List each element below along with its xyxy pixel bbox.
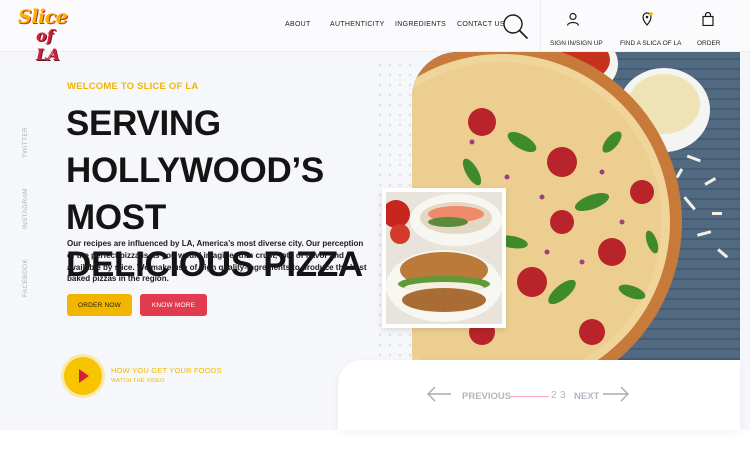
brand-logo[interactable]: Slice of LA: [18, 6, 82, 64]
social-twitter-link[interactable]: TWITTER: [22, 127, 29, 158]
video-subtitle[interactable]: WATCH THE VIDEO: [111, 378, 165, 384]
search-icon[interactable]: [502, 13, 528, 39]
play-video-icon[interactable]: [64, 357, 102, 395]
logo-text-slice: Slice: [18, 6, 68, 28]
slider-pager: PREVIOUS 2 3 NEXT: [338, 360, 740, 430]
order-cart-button[interactable]: ORDER: [697, 12, 721, 49]
next-button[interactable]: NEXT: [574, 391, 599, 402]
find-location-button[interactable]: FIND A SLICA OF LA: [620, 12, 681, 49]
video-title[interactable]: HOW YOU GET YOUR FOODS: [111, 366, 222, 375]
nav-contact-link[interactable]: CONTACT US: [457, 21, 505, 28]
location-pin-icon: [642, 12, 653, 26]
arrow-left-icon[interactable]: [426, 386, 452, 402]
find-location-label: FIND A SLICA OF LA: [620, 40, 682, 47]
headline-line-1: SERVING: [66, 104, 221, 143]
social-instagram-link[interactable]: INSTAGRAM: [22, 188, 29, 229]
user-icon: [566, 12, 580, 26]
sign-in-button[interactable]: SIGN IN/SIGN UP: [550, 12, 603, 49]
sign-in-label: SIGN IN/SIGN UP: [550, 40, 603, 47]
nav-ingredients-link[interactable]: INGREDIENTS: [395, 21, 446, 28]
pager-progress-line: [511, 396, 549, 397]
pager-page-2[interactable]: 2: [551, 390, 557, 401]
know-more-button[interactable]: KNOW MORE: [140, 294, 207, 316]
pager-page-3[interactable]: 3: [560, 390, 566, 401]
social-facebook-link[interactable]: FACEBOOK: [22, 259, 29, 297]
bagel-sandwich-image: [386, 192, 502, 324]
hero-eyebrow: WELCOME TO SLICE OF LA: [67, 81, 199, 92]
page-bottom-strip: [0, 430, 750, 452]
site-header: Slice of LA ABOUT AUTHENTICITY INGREDIEN…: [0, 0, 750, 64]
shopping-bag-icon: [702, 12, 714, 26]
hero-description: Our recipes are influenced by LA, Americ…: [67, 239, 367, 284]
previous-button[interactable]: PREVIOUS: [462, 391, 511, 402]
logo-text-of-la: of LA: [36, 26, 60, 64]
nav-authenticity-link[interactable]: AUTHENTICITY: [330, 21, 385, 28]
order-label: ORDER: [697, 40, 721, 47]
order-now-button[interactable]: ORDER NOW: [67, 294, 132, 316]
header-divider: [540, 0, 541, 52]
headline-line-2: HOLLYWOOD’S MOST: [66, 151, 324, 237]
food-thumbnail-card[interactable]: [382, 188, 506, 328]
arrow-right-icon[interactable]: [602, 386, 630, 402]
nav-about-link[interactable]: ABOUT: [285, 21, 311, 28]
